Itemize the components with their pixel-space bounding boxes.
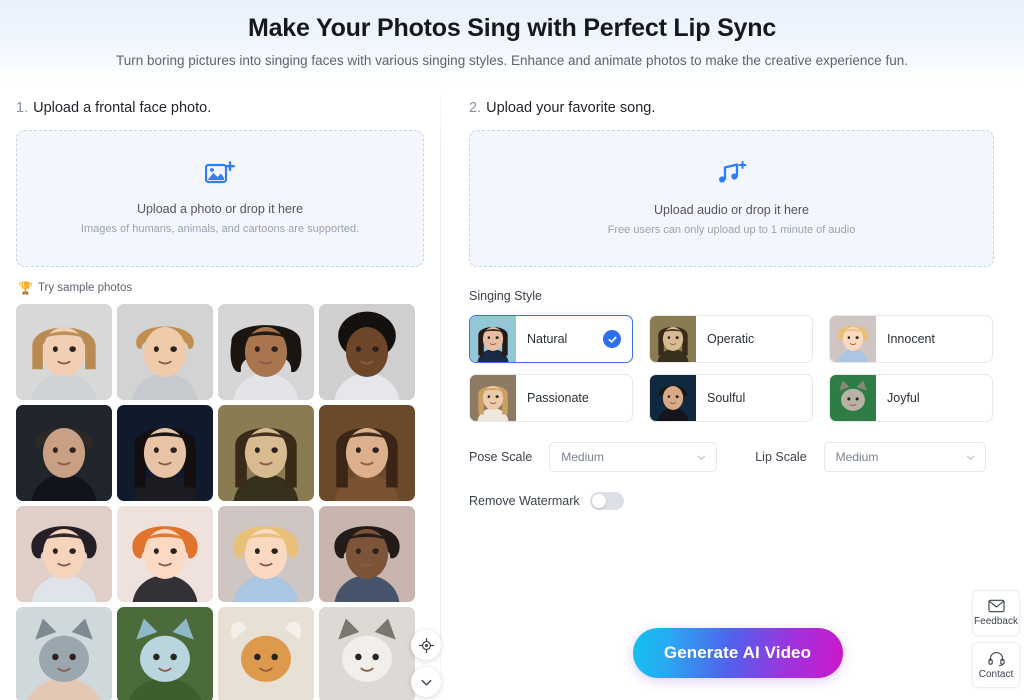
style-card-passionate[interactable]: Passionate: [469, 374, 633, 422]
pose-scale-label: Pose Scale: [469, 450, 533, 464]
style-card-innocent[interactable]: Innocent: [829, 315, 993, 363]
sample-photo-woman-curly-hair-portrait[interactable]: [218, 304, 314, 400]
sample-photo-cartoon-boy-bowtie[interactable]: [16, 506, 112, 602]
sample-photo-grid: [16, 304, 441, 700]
style-thumbnail-woman-indoor-warm: [470, 375, 516, 421]
feedback-button[interactable]: Feedback: [972, 590, 1020, 636]
sample-photo-cartoon-blue-creature[interactable]: [117, 607, 213, 700]
style-label: Operatic: [707, 332, 755, 346]
step-1-title: Upload a frontal face photo.: [33, 100, 212, 116]
generate-ai-video-button[interactable]: Generate AI Video: [632, 628, 843, 678]
chevron-down-icon: [966, 455, 974, 460]
chevron-down-icon: [421, 679, 431, 686]
lip-scale-value: Medium: [835, 450, 879, 464]
image-plus-icon: [204, 160, 235, 192]
sample-photos-label-text: Try sample photos: [37, 282, 133, 294]
photo-dropzone-title: Upload a photo or drop it here: [136, 201, 304, 216]
sample-photo-man-short-curls-portrait[interactable]: [319, 304, 415, 400]
sample-photo-cartoon-gray-cat[interactable]: [16, 607, 112, 700]
style-label: Natural: [527, 332, 568, 346]
sample-photo-cartoon-girl-blonde[interactable]: [218, 506, 314, 602]
sample-photo-tabby-cat[interactable]: [319, 607, 415, 700]
lip-scale-label: Lip Scale: [755, 450, 807, 464]
remove-watermark-label: Remove Watermark: [469, 494, 580, 508]
style-thumbnail-mona-lisa-painting: [650, 316, 696, 362]
step-1-heading: 1. Upload a frontal face photo.: [16, 98, 424, 118]
main-content: 1. Upload a frontal face photo. Upload a …: [0, 82, 1024, 700]
style-label: Passionate: [527, 391, 589, 405]
page-title: Make Your Photos Sing with Perfect Lip S…: [247, 14, 777, 42]
app-root: Make Your Photos Sing with Perfect Lip S…: [0, 0, 1024, 700]
scale-controls-row: Pose Scale Medium Lip Scale Medium: [469, 442, 994, 472]
chevron-down-icon: [698, 455, 706, 460]
style-label: Innocent: [887, 332, 935, 346]
lip-scale-select[interactable]: Medium: [823, 442, 986, 472]
remove-watermark-toggle[interactable]: [589, 492, 624, 510]
side-widget-stack: Feedback Contact: [972, 590, 1020, 688]
style-label: Joyful: [887, 391, 920, 405]
style-card-natural[interactable]: Natural: [469, 315, 633, 363]
photo-upload-panel: 1. Upload a frontal face photo. Upload a …: [0, 82, 441, 700]
pose-scale-select[interactable]: Medium: [549, 442, 718, 472]
chevron-down-icon-button[interactable]: [411, 667, 441, 697]
style-thumbnail-cartoon-girl-blonde: [830, 316, 876, 362]
music-plus-icon: [717, 160, 747, 193]
target-icon: [418, 637, 434, 653]
contact-button[interactable]: Contact: [972, 642, 1020, 688]
page-header: Make Your Photos Sing with Perfect Lip S…: [0, 0, 1024, 82]
style-thumbnail-man-night-lights: [650, 375, 696, 421]
sample-photo-young-man-portrait[interactable]: [117, 304, 213, 400]
audio-dropzone[interactable]: Upload audio or drop it here Free users …: [469, 130, 994, 267]
audio-settings-panel: 2. Upload your favorite song. Upload audi…: [441, 82, 1024, 700]
sample-photo-older-man-dark-suit[interactable]: [16, 405, 112, 501]
photo-dropzone-subtitle: Images of humans, animals, and cartoons …: [80, 222, 360, 235]
sample-photo-woman-leather-jacket-night[interactable]: [117, 405, 213, 501]
generate-button-area: Generate AI Video: [441, 628, 1024, 678]
sample-photos-label: 🏆 Try sample photos: [18, 281, 424, 295]
audio-dropzone-subtitle: Free users can only upload up to 1 minut…: [607, 223, 856, 236]
step-1-number: 1.: [16, 100, 29, 116]
style-card-operatic[interactable]: Operatic: [649, 315, 813, 363]
style-card-soulful[interactable]: Soulful: [649, 374, 813, 422]
pose-scale-value: Medium: [561, 450, 604, 464]
contact-label: Contact: [978, 668, 1014, 680]
remove-watermark-row: Remove Watermark: [469, 492, 994, 510]
page-subtitle: Turn boring pictures into singing faces …: [116, 53, 908, 68]
step-2-number: 2.: [469, 100, 482, 116]
step-2-title: Upload your favorite song.: [486, 100, 656, 116]
style-thumbnail-cartoon-creature-jungle: [830, 375, 876, 421]
feedback-label: Feedback: [974, 616, 1018, 627]
sample-photo-corgi-dog[interactable]: [218, 607, 314, 700]
sample-photo-cartoon-man-suit[interactable]: [319, 506, 415, 602]
sample-photo-mona-lisa-painting[interactable]: [218, 405, 314, 501]
toggle-knob: [591, 494, 606, 508]
audio-dropzone-title: Upload audio or drop it here: [654, 202, 809, 217]
envelope-icon: [987, 599, 1005, 613]
singing-style-grid: Natural Operatic Innocent Passionate Sou…: [469, 315, 994, 422]
check-icon: [603, 330, 621, 348]
photo-dropzone[interactable]: Upload a photo or drop it here Images of…: [16, 130, 424, 267]
singing-style-label: Singing Style: [469, 289, 542, 303]
target-icon-button[interactable]: [411, 630, 441, 660]
sample-photo-man-long-hair-classic[interactable]: [319, 405, 415, 501]
trophy-icon: 🏆: [18, 281, 33, 295]
sample-photo-girl-blonde-portrait[interactable]: [16, 304, 112, 400]
headset-icon: [987, 651, 1005, 666]
grid-float-buttons: [411, 630, 441, 697]
style-label: Soulful: [707, 391, 746, 405]
sample-photo-cartoon-girl-red-hair[interactable]: [117, 506, 213, 602]
step-2-heading: 2. Upload your favorite song.: [469, 98, 994, 118]
style-thumbnail-woman-beach-portrait: [470, 316, 516, 362]
style-card-joyful[interactable]: Joyful: [829, 374, 993, 422]
